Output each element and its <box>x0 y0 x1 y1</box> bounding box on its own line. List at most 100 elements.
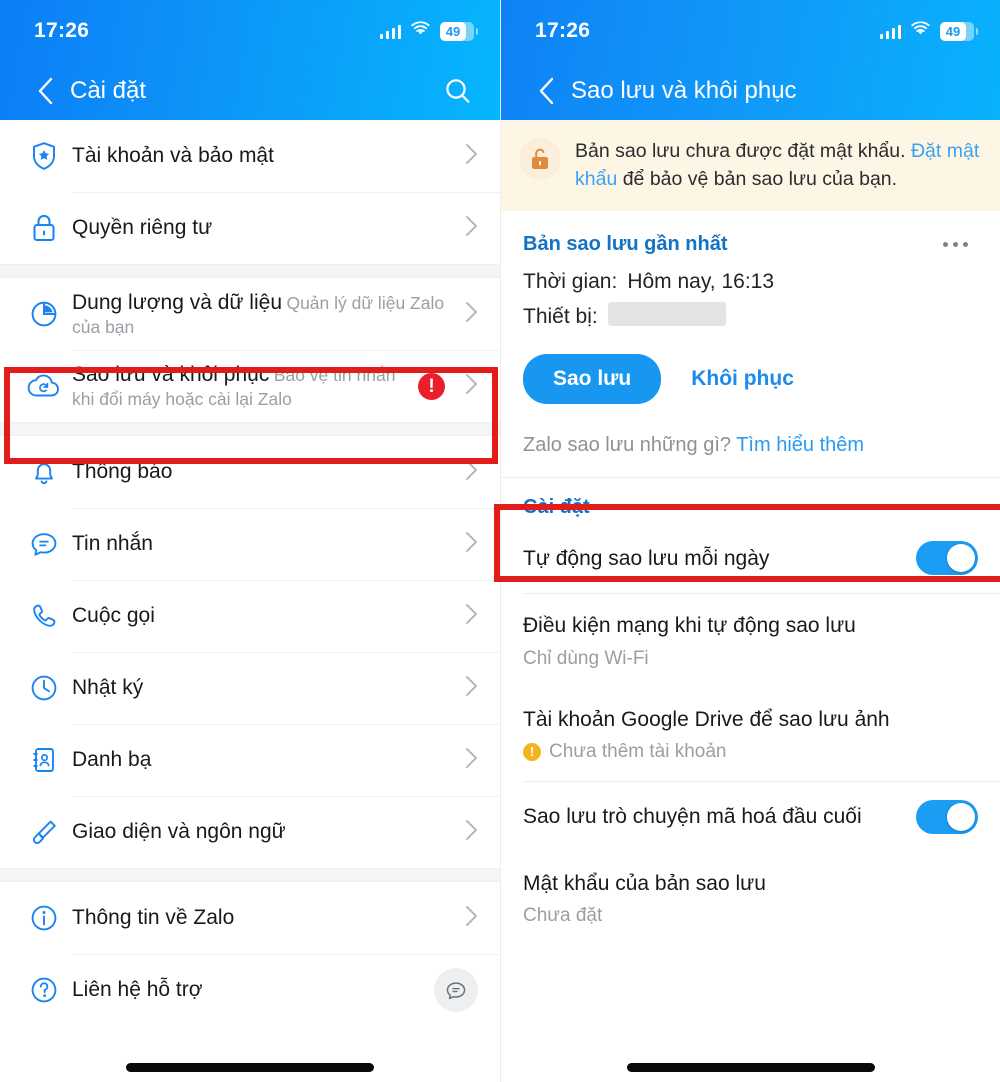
home-indicator <box>126 1063 374 1072</box>
sidebar-item-thong-bao[interactable]: Thông báo <box>0 436 500 508</box>
chevron-right-icon <box>465 301 478 328</box>
status-bar-indicators: 49 <box>379 20 478 42</box>
status-bar-indicators: 49 <box>879 20 978 42</box>
sidebar-item-text: Danh bạ <box>72 746 459 773</box>
chevron-right-icon <box>465 373 478 400</box>
sidebar-item-text: Cuộc gọi <box>72 602 459 629</box>
left-nav-bar: Cài đặt <box>0 62 500 120</box>
banner-text: Bản sao lưu chưa được đặt mật khẩu. Đặt … <box>575 136 980 193</box>
backup-device-row: Thiết bị: <box>501 294 1000 332</box>
battery-icon: 49 <box>940 21 978 41</box>
pie-chart-icon <box>16 298 72 330</box>
chevron-right-icon <box>465 143 478 170</box>
chevron-right-icon <box>465 459 478 486</box>
sidebar-item-dung-luong-va-du-lieu[interactable]: Dung lượng và dữ liệu Quản lý dữ liệu Za… <box>0 278 500 350</box>
option-row-backup-password[interactable]: Mật khẩu của bản sao lưu Chưa đặt <box>501 851 1000 946</box>
page-title: Cài đặt <box>70 77 147 104</box>
dual-screenshot: 17:26 49 Cài đặt Tài khoản và bảo mật Qu… <box>0 0 1000 1082</box>
backup-actions: Sao lưu Khôi phục <box>501 332 1000 422</box>
settings-group-2: Dung lượng và dữ liệu Quản lý dữ liệu Za… <box>0 278 500 422</box>
chevron-right-icon <box>465 819 478 846</box>
battery-level: 49 <box>445 23 461 39</box>
sidebar-item-text: Quyền riêng tư <box>72 214 459 241</box>
latest-backup-header: Bản sao lưu gần nhất <box>501 211 1000 262</box>
sidebar-item-nhat-ky[interactable]: Nhật ký <box>0 652 500 724</box>
settings-group-title: Cài đặt <box>523 496 590 519</box>
backup-time-row: Thời gian: Hôm nay, 16:13 <box>501 262 1000 294</box>
sidebar-item-thong-tin-ve-zalo[interactable]: Thông tin về Zalo <box>0 882 500 954</box>
learn-more-link[interactable]: Tìm hiểu thêm <box>736 434 864 456</box>
sidebar-item-sao-luu-va-khoi-phuc[interactable]: Sao lưu và khôi phục Bảo vệ tin nhắn khi… <box>0 350 500 422</box>
status-bar: 17:26 49 <box>0 0 500 62</box>
more-horizontal-icon[interactable] <box>935 234 976 255</box>
wifi-icon <box>410 20 431 42</box>
sidebar-item-giao-dien-va-ngon-ngu[interactable]: Giao diện và ngôn ngữ <box>0 796 500 868</box>
sidebar-item-lien-he-ho-tro[interactable]: Liên hệ hỗ trợ <box>0 954 500 1026</box>
sidebar-item-label: Liên hệ hỗ trợ <box>72 978 203 1002</box>
status-bar-time: 17:26 <box>34 19 90 42</box>
password-warning-banner[interactable]: Bản sao lưu chưa được đặt mật khẩu. Đặt … <box>501 120 1000 212</box>
option-label: Tự động sao lưu mỗi ngày <box>523 546 770 570</box>
option-text: Điều kiện mạng khi tự động sao lưu Chỉ d… <box>523 612 978 669</box>
option-row-dieu-kien-mang[interactable]: Điều kiện mạng khi tự động sao lưu Chỉ d… <box>501 594 1000 688</box>
sidebar-item-tin-nhan[interactable]: Tin nhắn <box>0 508 500 580</box>
sidebar-item-text: Tin nhắn <box>72 530 459 557</box>
sidebar-item-label: Quyền riêng tư <box>72 216 213 240</box>
back-button[interactable] <box>28 74 62 108</box>
option-row-google-drive[interactable]: Tài khoản Google Drive để sao lưu ảnh ! … <box>501 687 1000 781</box>
sidebar-item-label: Nhật ký <box>72 676 144 700</box>
contacts-book-icon <box>16 744 72 776</box>
chat-bubble-icon[interactable] <box>434 968 478 1012</box>
backup-button[interactable]: Sao lưu <box>523 354 662 405</box>
option-value: ! Chưa thêm tài khoản <box>523 741 978 763</box>
cloud-backup-icon <box>16 371 72 401</box>
section-divider <box>0 868 500 882</box>
chevron-right-icon <box>465 905 478 932</box>
option-row-e2e-backup[interactable]: Sao lưu trò chuyện mã hoá đầu cuối <box>501 781 1000 852</box>
right-nav-bar: Sao lưu và khôi phục <box>501 62 1000 120</box>
bell-icon <box>16 456 72 488</box>
sidebar-item-label: Dung lượng và dữ liệu <box>72 290 282 314</box>
sidebar-item-danh-ba[interactable]: Danh bạ <box>0 724 500 796</box>
info-circle-icon <box>16 902 72 934</box>
option-row-tu-dong-sao-luu-moi-ngay[interactable]: Tự động sao lưu mỗi ngày <box>501 523 1000 594</box>
backup-time-value: Hôm nay, 16:13 <box>627 270 775 294</box>
sidebar-item-tai-khoan-va-bao-mat[interactable]: Tài khoản và bảo mật <box>0 120 500 192</box>
sidebar-item-text: Liên hệ hỗ trợ <box>72 976 434 1003</box>
e2e-backup-toggle[interactable] <box>916 799 978 834</box>
option-text: Sao lưu trò chuyện mã hoá đầu cuối <box>523 803 916 830</box>
option-label: Sao lưu trò chuyện mã hoá đầu cuối <box>523 805 862 829</box>
sidebar-item-text: Tài khoản và bảo mật <box>72 142 459 169</box>
sidebar-item-label: Sao lưu và khôi phục <box>72 362 270 386</box>
paint-brush-icon <box>16 816 72 848</box>
sidebar-item-cuoc-goi[interactable]: Cuộc gọi <box>0 580 500 652</box>
banner-text-after: để bảo vệ bản sao lưu của bạn. <box>617 167 898 190</box>
sidebar-item-quyen-rieng-tu[interactable]: Quyền riêng tư <box>0 192 500 264</box>
cellular-signal-icon <box>879 24 901 39</box>
sidebar-item-label: Tài khoản và bảo mật <box>72 144 274 168</box>
backup-hint: Zalo sao lưu những gì? Tìm hiểu thêm <box>501 422 1000 479</box>
right-header: 17:26 49 Sao lưu và khôi phục <box>501 0 1000 120</box>
banner-text-before: Bản sao lưu chưa được đặt mật khẩu. <box>575 140 911 162</box>
shield-star-icon <box>16 140 72 172</box>
sidebar-item-text: Nhật ký <box>72 674 459 701</box>
wifi-icon <box>910 20 931 42</box>
cellular-signal-icon <box>379 24 401 39</box>
question-circle-icon <box>16 974 72 1006</box>
back-button[interactable] <box>529 74 563 108</box>
sidebar-item-label: Cuộc gọi <box>72 604 155 628</box>
page-title: Sao lưu và khôi phục <box>571 77 797 104</box>
sidebar-item-text: Dung lượng và dữ liệu Quản lý dữ liệu Za… <box>72 289 459 340</box>
redacted-device-value <box>607 302 726 327</box>
chevron-right-icon <box>465 675 478 702</box>
option-text: Mật khẩu của bản sao lưu Chưa đặt <box>523 870 978 927</box>
sidebar-item-label: Tin nhắn <box>72 532 153 556</box>
settings-group-1: Tài khoản và bảo mật Quyền riêng tư <box>0 120 500 264</box>
search-icon[interactable] <box>440 73 476 109</box>
auto-backup-toggle[interactable] <box>916 541 978 576</box>
home-indicator <box>626 1063 875 1072</box>
battery-level: 49 <box>945 23 961 39</box>
option-text: Tài khoản Google Drive để sao lưu ảnh ! … <box>523 706 978 763</box>
restore-button[interactable]: Khôi phục <box>681 361 804 397</box>
chevron-right-icon <box>465 531 478 558</box>
